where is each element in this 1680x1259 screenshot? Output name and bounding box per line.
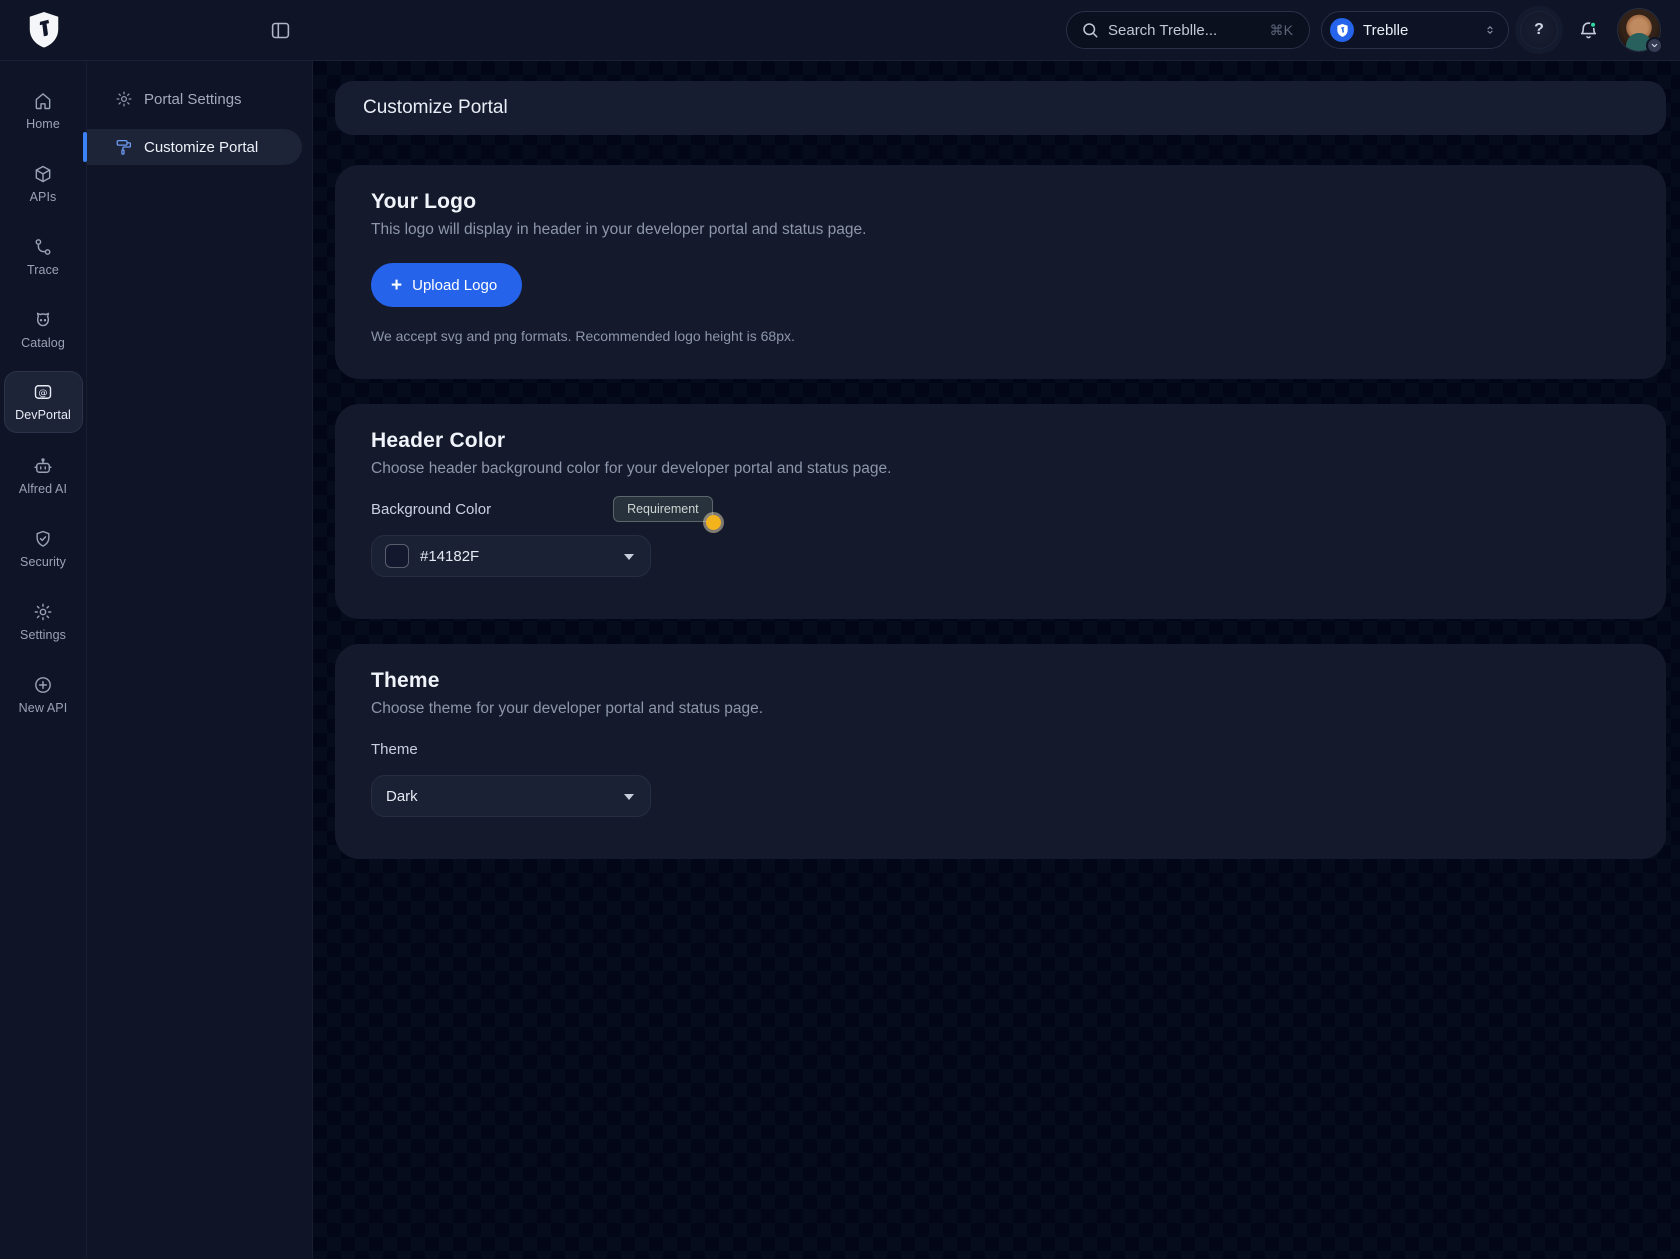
workspace-selector[interactable]: Treblle (1321, 11, 1509, 49)
cursor-dot-indicator (706, 515, 721, 530)
sidebar-item-trace[interactable]: Trace (5, 220, 82, 293)
subnav-item-portal-settings[interactable]: Portal Settings (87, 81, 302, 117)
sidebar-item-label: Catalog (21, 336, 65, 350)
card-title: Theme (371, 669, 1630, 693)
card-description: This logo will display in header in your… (371, 221, 1630, 239)
theme-card: Theme Choose theme for your developer po… (335, 644, 1666, 859)
background-color-label: Background Color (371, 501, 491, 518)
card-description: Choose theme for your developer portal a… (371, 700, 1630, 718)
topbar: Search Treblle... ⌘K Treblle ? (0, 0, 1680, 61)
sidebar-item-new-api[interactable]: New API (5, 658, 82, 731)
requirement-tooltip-text: Requirement (627, 502, 699, 516)
sidebar-item-label: Settings (20, 628, 66, 642)
color-swatch (386, 545, 408, 567)
page-title: Customize Portal (363, 97, 508, 119)
workspace-name: Treblle (1363, 22, 1408, 39)
chevron-down-icon (1646, 37, 1663, 54)
your-logo-card: Your Logo This logo will display in head… (335, 165, 1666, 379)
panel-toggle-icon[interactable] (265, 15, 295, 45)
workspace-shield-icon (1330, 18, 1354, 42)
upload-logo-label: Upload Logo (412, 277, 497, 294)
background-color-field-row: Background Color Requirement (371, 495, 1630, 523)
sidebar-item-apis[interactable]: APIs (5, 147, 82, 220)
sidebar-item-security[interactable]: Security (5, 512, 82, 585)
subnav-item-customize-portal[interactable]: Customize Portal (87, 129, 302, 165)
notifications-button[interactable] (1569, 11, 1607, 49)
header-color-card: Header Color Choose header background co… (335, 404, 1666, 619)
sidebar-item-label: New API (19, 701, 68, 715)
brand-logo-zone (0, 9, 87, 51)
chevron-down-icon (624, 794, 634, 800)
background-color-select[interactable]: #14182F (371, 535, 651, 577)
treblle-logo-icon[interactable] (26, 9, 62, 51)
page-header: Customize Portal (335, 81, 1666, 135)
main-content: Customize Portal Your Logo This logo wil… (313, 61, 1680, 1259)
gear-icon (33, 602, 53, 622)
cube-icon (33, 164, 53, 184)
search-icon (1081, 21, 1099, 39)
paint-roller-icon (115, 138, 133, 156)
search-input[interactable]: Search Treblle... ⌘K (1066, 11, 1310, 49)
app-body: Home APIs Trace Catalog @ DevPortal Alfr… (0, 61, 1680, 1259)
question-mark-icon: ? (1534, 21, 1544, 39)
git-branch-icon (33, 237, 53, 257)
sidebar-item-catalog[interactable]: Catalog (5, 293, 82, 366)
sidebar-item-settings[interactable]: Settings (5, 585, 82, 658)
sidebar-item-label: Alfred AI (19, 482, 67, 496)
chevron-down-icon (624, 554, 634, 560)
theme-select[interactable]: Dark (371, 775, 651, 817)
bell-icon (1578, 20, 1599, 41)
background-color-value: #14182F (420, 548, 479, 565)
sidebar-item-home[interactable]: Home (5, 74, 82, 147)
help-button[interactable]: ? (1520, 11, 1558, 49)
shield-check-icon (33, 529, 53, 549)
sidebar-item-label: Home (26, 117, 60, 131)
theme-value: Dark (386, 788, 418, 805)
card-title: Your Logo (371, 190, 1630, 214)
sidebar-item-label: APIs (30, 190, 57, 204)
gear-icon (115, 90, 133, 108)
subnav-item-label: Portal Settings (144, 91, 242, 108)
sidebar-item-label: Trace (27, 263, 59, 277)
card-title: Header Color (371, 429, 1630, 453)
plus-circle-icon (33, 675, 53, 695)
devportal-subnav: Portal Settings Customize Portal (87, 61, 313, 1259)
sidebar-item-devportal[interactable]: @ DevPortal (5, 372, 82, 432)
subnav-header-zone (87, 15, 313, 45)
search-shortcut: ⌘K (1270, 22, 1293, 39)
sidebar-item-alfred-ai[interactable]: Alfred AI (5, 439, 82, 512)
requirement-tooltip: Requirement (613, 496, 713, 522)
user-menu[interactable] (1618, 9, 1660, 51)
upload-logo-button[interactable]: + Upload Logo (371, 263, 522, 307)
sidebar-item-label: Security (20, 555, 66, 569)
svg-text:@: @ (38, 387, 47, 398)
card-description: Choose header background color for your … (371, 460, 1630, 478)
sidebar-item-label: DevPortal (15, 408, 71, 422)
logo-format-note: We accept svg and png formats. Recommend… (371, 328, 1630, 344)
plus-icon: + (391, 276, 402, 295)
topbar-right: Search Treblle... ⌘K Treblle ? (1066, 9, 1680, 51)
theme-label: Theme (371, 741, 418, 758)
subnav-item-label: Customize Portal (144, 139, 258, 156)
sidebar-rail: Home APIs Trace Catalog @ DevPortal Alfr… (0, 61, 87, 1259)
chevron-up-down-icon (1484, 22, 1496, 38)
devportal-icon: @ (33, 382, 53, 402)
home-icon (33, 91, 53, 111)
search-placeholder: Search Treblle... (1108, 22, 1217, 39)
robot-icon (33, 456, 53, 476)
cat-icon (33, 310, 53, 330)
theme-field-row: Theme (371, 735, 1630, 763)
